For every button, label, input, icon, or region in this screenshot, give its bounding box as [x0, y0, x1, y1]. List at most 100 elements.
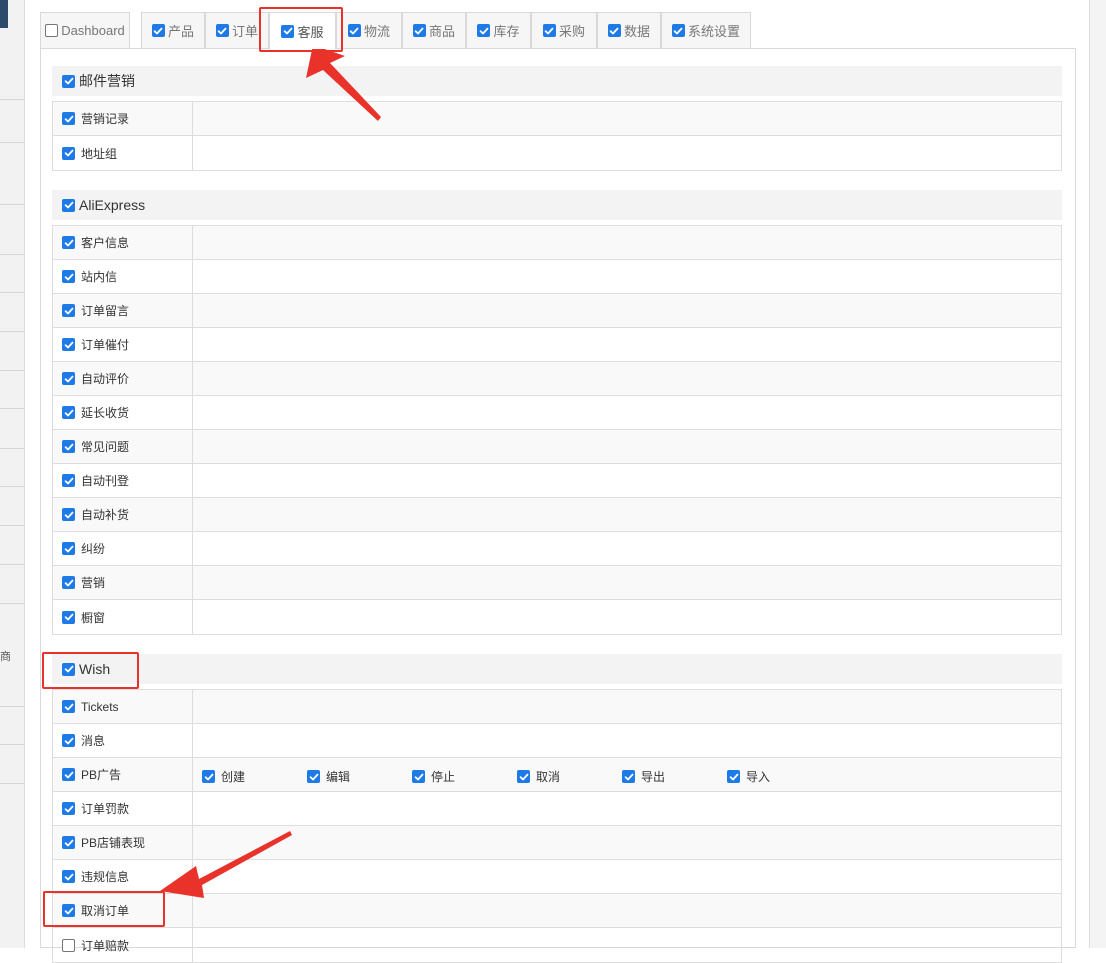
tab-checkbox[interactable]: [412, 24, 426, 37]
tab-checkbox[interactable]: [607, 24, 621, 37]
checkmark-icon: [309, 773, 318, 780]
tab-5[interactable]: 商品: [402, 12, 466, 48]
tab-checkbox[interactable]: [215, 24, 229, 37]
permission-checkbox[interactable]: [62, 836, 75, 849]
permission-checkbox[interactable]: [62, 270, 75, 283]
tab-checkbox[interactable]: [281, 24, 295, 38]
section-checkbox[interactable]: [62, 74, 75, 88]
operation-checkbox[interactable]: [517, 770, 530, 783]
tab-0[interactable]: Dashboard: [40, 12, 130, 48]
checkmark-icon: [674, 27, 683, 34]
divider: [0, 370, 24, 371]
permission-label-cell: 客户信息: [53, 226, 193, 259]
checkmark-icon: [64, 665, 73, 673]
tab-2[interactable]: 订单: [205, 12, 269, 48]
permission-label: 订单罚款: [81, 802, 130, 816]
checkmark-icon: [64, 273, 73, 280]
tab-7[interactable]: 采购: [531, 12, 597, 48]
operation-checkbox[interactable]: [202, 770, 215, 783]
permission-checkbox[interactable]: [62, 372, 75, 385]
operation-option[interactable]: 导出: [622, 768, 665, 785]
permission-checkbox[interactable]: [62, 768, 75, 781]
checkmark-icon: [519, 773, 528, 780]
tab-6[interactable]: 库存: [466, 12, 531, 48]
permission-ops-cell: [193, 860, 1061, 893]
tab-checkbox[interactable]: [347, 24, 361, 37]
operation-option[interactable]: 停止: [412, 768, 455, 785]
checkmark-icon: [218, 27, 227, 34]
tab-checkbox[interactable]: [151, 24, 165, 37]
permission-checkbox[interactable]: [62, 904, 75, 917]
tab-label: 商品: [428, 24, 455, 39]
permission-label: PB广告: [81, 768, 122, 782]
section-checkbox[interactable]: [62, 198, 75, 212]
tab-8[interactable]: 数据: [597, 12, 661, 48]
permission-label: 客户信息: [81, 236, 130, 250]
tab-9[interactable]: 系统设置: [661, 12, 751, 48]
checkmark-icon: [64, 201, 73, 209]
tab-checkbox[interactable]: [542, 24, 556, 37]
checkmark-icon: [64, 771, 73, 778]
operation-option[interactable]: 创建: [202, 768, 245, 785]
permission-label: 常见问题: [81, 440, 130, 454]
permission-checkbox[interactable]: [62, 236, 75, 249]
operation-checkbox[interactable]: [412, 770, 425, 783]
operation-checkbox[interactable]: [307, 770, 320, 783]
permission-label: 延长收货: [81, 406, 130, 420]
checkmark-icon: [154, 27, 163, 34]
permission-checkbox[interactable]: [62, 304, 75, 317]
operation-checkbox[interactable]: [622, 770, 635, 783]
tab-4[interactable]: 物流: [336, 12, 402, 48]
permission-checkbox[interactable]: [62, 440, 75, 453]
tab-label: 系统设置: [687, 24, 740, 39]
permission-checkbox[interactable]: [62, 734, 75, 747]
permission-checkbox[interactable]: [62, 146, 75, 160]
section-checkbox[interactable]: [62, 662, 75, 676]
permission-label: 订单留言: [81, 304, 130, 318]
permission-table: 客户信息 站内信 订单留言 订单催付 自动评价 延长收货 常见问题 自动刊登 自动补货 纠纷 营销橱…: [52, 225, 1062, 635]
permission-checkbox[interactable]: [62, 802, 75, 815]
permission-row: 自动评价: [53, 362, 1061, 396]
permission-checkbox[interactable]: [62, 700, 75, 713]
permission-label-cell: 地址组: [53, 136, 193, 170]
divider: [0, 783, 24, 784]
permission-ops-cell: [193, 102, 1061, 135]
tab-checkbox[interactable]: [671, 24, 685, 37]
operation-option[interactable]: 取消: [517, 768, 560, 785]
tab-1[interactable]: 产品: [141, 12, 205, 48]
operation-option[interactable]: 导入: [727, 768, 770, 785]
permission-checkbox[interactable]: [62, 112, 75, 125]
permission-label: 取消订单: [81, 904, 130, 918]
permission-checkbox[interactable]: [62, 542, 75, 555]
checkmark-icon: [545, 27, 554, 34]
permission-checkbox[interactable]: [62, 938, 75, 952]
checkmark-icon: [64, 77, 73, 85]
operation-option[interactable]: 编辑: [307, 768, 350, 785]
permission-row: 违规信息: [53, 860, 1061, 894]
permission-checkbox[interactable]: [62, 338, 75, 351]
permission-ops-cell: [193, 690, 1061, 723]
permission-label-cell: 自动补货: [53, 498, 193, 531]
tab-checkbox[interactable]: [477, 24, 491, 37]
section-title: 邮件营销: [79, 73, 135, 89]
divider: [0, 204, 24, 205]
tab-label: 客服: [297, 24, 324, 40]
divider: [0, 408, 24, 409]
tab-checkbox[interactable]: [45, 24, 59, 37]
section-header: AliExpress: [52, 190, 1062, 220]
divider: [0, 744, 24, 745]
permission-label: 地址组: [81, 146, 118, 161]
permission-ops-cell: [193, 294, 1061, 327]
operation-checkbox[interactable]: [727, 770, 740, 783]
permission-checkbox[interactable]: [62, 406, 75, 419]
checkmark-icon: [64, 511, 73, 518]
permission-checkbox[interactable]: [62, 870, 75, 883]
tab-3[interactable]: 客服: [269, 12, 336, 49]
permission-checkbox[interactable]: [62, 610, 75, 624]
permission-label-cell: 取消订单: [53, 894, 193, 927]
permission-checkbox[interactable]: [62, 474, 75, 487]
permission-ops-cell: [193, 260, 1061, 293]
permission-checkbox[interactable]: [62, 508, 75, 521]
checkmark-icon: [64, 341, 73, 348]
permission-checkbox[interactable]: [62, 576, 75, 589]
